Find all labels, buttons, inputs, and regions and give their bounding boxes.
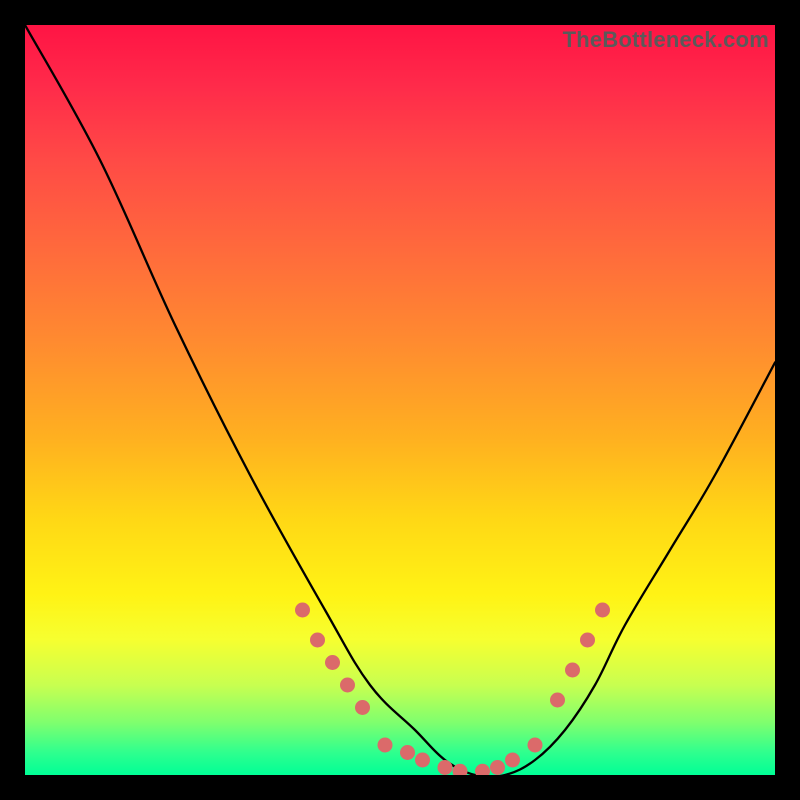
marker-point <box>550 693 565 708</box>
marker-point <box>355 700 370 715</box>
marker-group <box>295 603 610 776</box>
marker-point <box>400 745 415 760</box>
marker-point <box>310 633 325 648</box>
bottleneck-chart <box>25 25 775 775</box>
marker-point <box>340 678 355 693</box>
marker-point <box>528 738 543 753</box>
bottleneck-curve-path <box>25 25 775 775</box>
marker-point <box>565 663 580 678</box>
marker-point <box>580 633 595 648</box>
marker-point <box>415 753 430 768</box>
marker-point <box>505 753 520 768</box>
marker-point <box>475 764 490 775</box>
marker-point <box>295 603 310 618</box>
marker-point <box>595 603 610 618</box>
chart-frame: TheBottleneck.com <box>25 25 775 775</box>
marker-point <box>490 760 505 775</box>
marker-point <box>325 655 340 670</box>
marker-point <box>378 738 393 753</box>
marker-point <box>438 760 453 775</box>
